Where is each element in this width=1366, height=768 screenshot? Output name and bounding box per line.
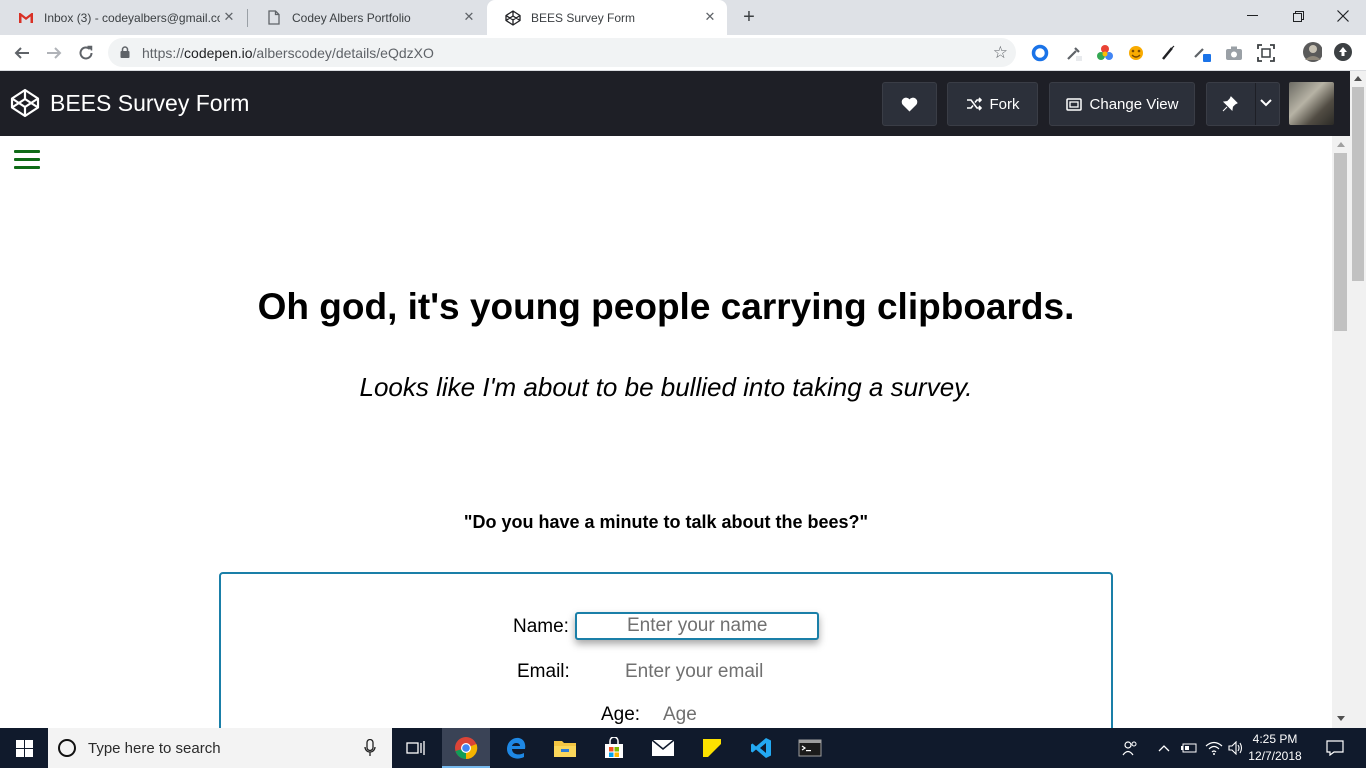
survey-question: "Do you have a minute to talk about the … [463,512,869,532]
pen-icon[interactable] [1158,43,1178,63]
pen-preview: Oh god, it's young people carrying clipb… [0,136,1332,728]
camera-icon[interactable] [1224,43,1244,63]
email-label: Email: [517,661,570,682]
scroll-up-icon[interactable] [1337,141,1345,147]
url-text: https://codepen.io/alberscodey/details/e… [142,45,434,61]
taskbar-search-placeholder: Type here to search [88,740,221,757]
taskbar-search-box[interactable]: Type here to search [48,728,392,768]
store-taskbar-icon[interactable] [590,728,638,768]
age-input[interactable] [663,702,783,728]
page-subheading: Looks like I'm about to be bullied into … [359,372,973,402]
name-input[interactable] [575,612,819,640]
name-label: Name: [513,616,569,637]
gmail-icon [18,10,34,26]
fork-icon [966,97,982,111]
close-window-icon[interactable] [1320,0,1366,32]
update-icon[interactable] [1333,42,1353,62]
pen-title: BEES Survey Form [50,90,250,116]
tab-title: Codey Albers Portfolio [292,10,411,25]
chevron-down-icon[interactable] [1259,98,1273,108]
change-view-icon [1065,97,1082,111]
tab-gmail[interactable]: Inbox (3) - codeyalbers@gmail.co ✕ [0,0,246,35]
browser-toolbar: https://codepen.io/alberscodey/details/e… [0,35,1366,71]
pin-icon [1222,96,1238,112]
taskbar-clock[interactable]: 4:25 PM 12/7/2018 [1240,731,1310,765]
notifications-icon[interactable] [1320,728,1350,768]
change-view-button[interactable]: Change View [1049,82,1195,126]
hamburger-menu-icon[interactable] [14,150,40,170]
survey-form: Name: Email: Age: [219,572,1113,728]
restore-icon[interactable] [1275,0,1321,32]
cortana-icon [58,739,76,757]
close-tab-icon[interactable]: ✕ [462,10,476,24]
preview-scroll-thumb[interactable] [1334,153,1347,331]
chrome-taskbar-icon[interactable] [442,728,490,768]
back-icon[interactable] [10,41,34,65]
scroll-down-icon[interactable] [1337,716,1345,722]
link-extension-icon[interactable] [1192,43,1212,63]
window-scrollbar[interactable] [1350,71,1366,728]
mail-taskbar-icon[interactable] [639,728,687,768]
fork-label: Fork [989,95,1020,113]
scroll-up-icon[interactable] [1354,75,1362,81]
screenshot-icon[interactable] [1256,43,1276,63]
battery-icon[interactable] [1178,728,1200,768]
fork-button[interactable]: Fork [947,82,1038,126]
heart-icon [901,97,918,111]
pin-button[interactable] [1206,82,1280,126]
change-view-label: Change View [1089,95,1179,113]
file-explorer-taskbar-icon[interactable] [541,728,589,768]
like-button[interactable] [882,82,937,126]
codepen-logo-icon[interactable] [10,88,40,118]
terminal-taskbar-icon[interactable] [786,728,834,768]
extension-circle-icon[interactable] [1030,43,1050,63]
wifi-icon[interactable] [1203,728,1225,768]
address-bar[interactable]: https://codepen.io/alberscodey/details/e… [108,38,1016,67]
close-tab-icon[interactable]: ✕ [222,10,236,24]
windows-taskbar: Type here to search 4:25 PM 12/7/2018 [0,728,1366,768]
age-label: Age: [601,704,641,725]
windows-start-icon[interactable] [0,728,48,768]
color-wheel-icon[interactable] [1095,43,1115,63]
tab-portfolio[interactable]: Codey Albers Portfolio ✕ [248,0,486,35]
sticky-notes-taskbar-icon[interactable] [688,728,736,768]
clock-time: 4:25 PM [1252,732,1298,746]
people-icon[interactable] [1118,728,1142,768]
edge-taskbar-icon[interactable] [492,728,540,768]
tab-title: BEES Survey Form [531,10,636,25]
browser-tab-strip: Inbox (3) - codeyalbers@gmail.co ✕ Codey… [0,0,1366,35]
emoji-extension-icon[interactable] [1126,43,1146,63]
task-view-icon[interactable] [392,728,440,768]
vscode-taskbar-icon[interactable] [737,728,785,768]
codepen-header: BEES Survey Form Fork Change View [0,71,1350,136]
close-tab-icon[interactable]: ✕ [703,10,717,24]
forward-icon[interactable] [42,41,66,65]
eyedropper-icon[interactable] [1064,43,1084,63]
chevron-up-icon[interactable] [1155,728,1173,768]
preview-scrollbar[interactable] [1332,136,1350,728]
clock-date: 12/7/2018 [1248,749,1302,763]
tab-bees-survey[interactable]: BEES Survey Form ✕ [487,0,727,35]
new-tab-button[interactable]: + [738,6,760,28]
bookmark-star-icon[interactable]: ☆ [993,43,1008,63]
reload-icon[interactable] [74,41,98,65]
pin-divider [1255,83,1256,125]
codepen-icon [505,9,521,26]
page-heading: Oh god, it's young people carrying clipb… [257,286,1075,327]
minimize-icon[interactable] [1229,0,1275,32]
lock-icon [120,46,130,58]
tab-title: Inbox (3) - codeyalbers@gmail.co [44,10,220,25]
profile-avatar-icon[interactable] [1302,42,1322,62]
window-scroll-thumb[interactable] [1352,87,1364,281]
microphone-icon[interactable] [364,739,376,757]
user-avatar[interactable] [1289,82,1334,125]
document-icon [266,10,282,26]
email-input[interactable] [625,659,845,685]
